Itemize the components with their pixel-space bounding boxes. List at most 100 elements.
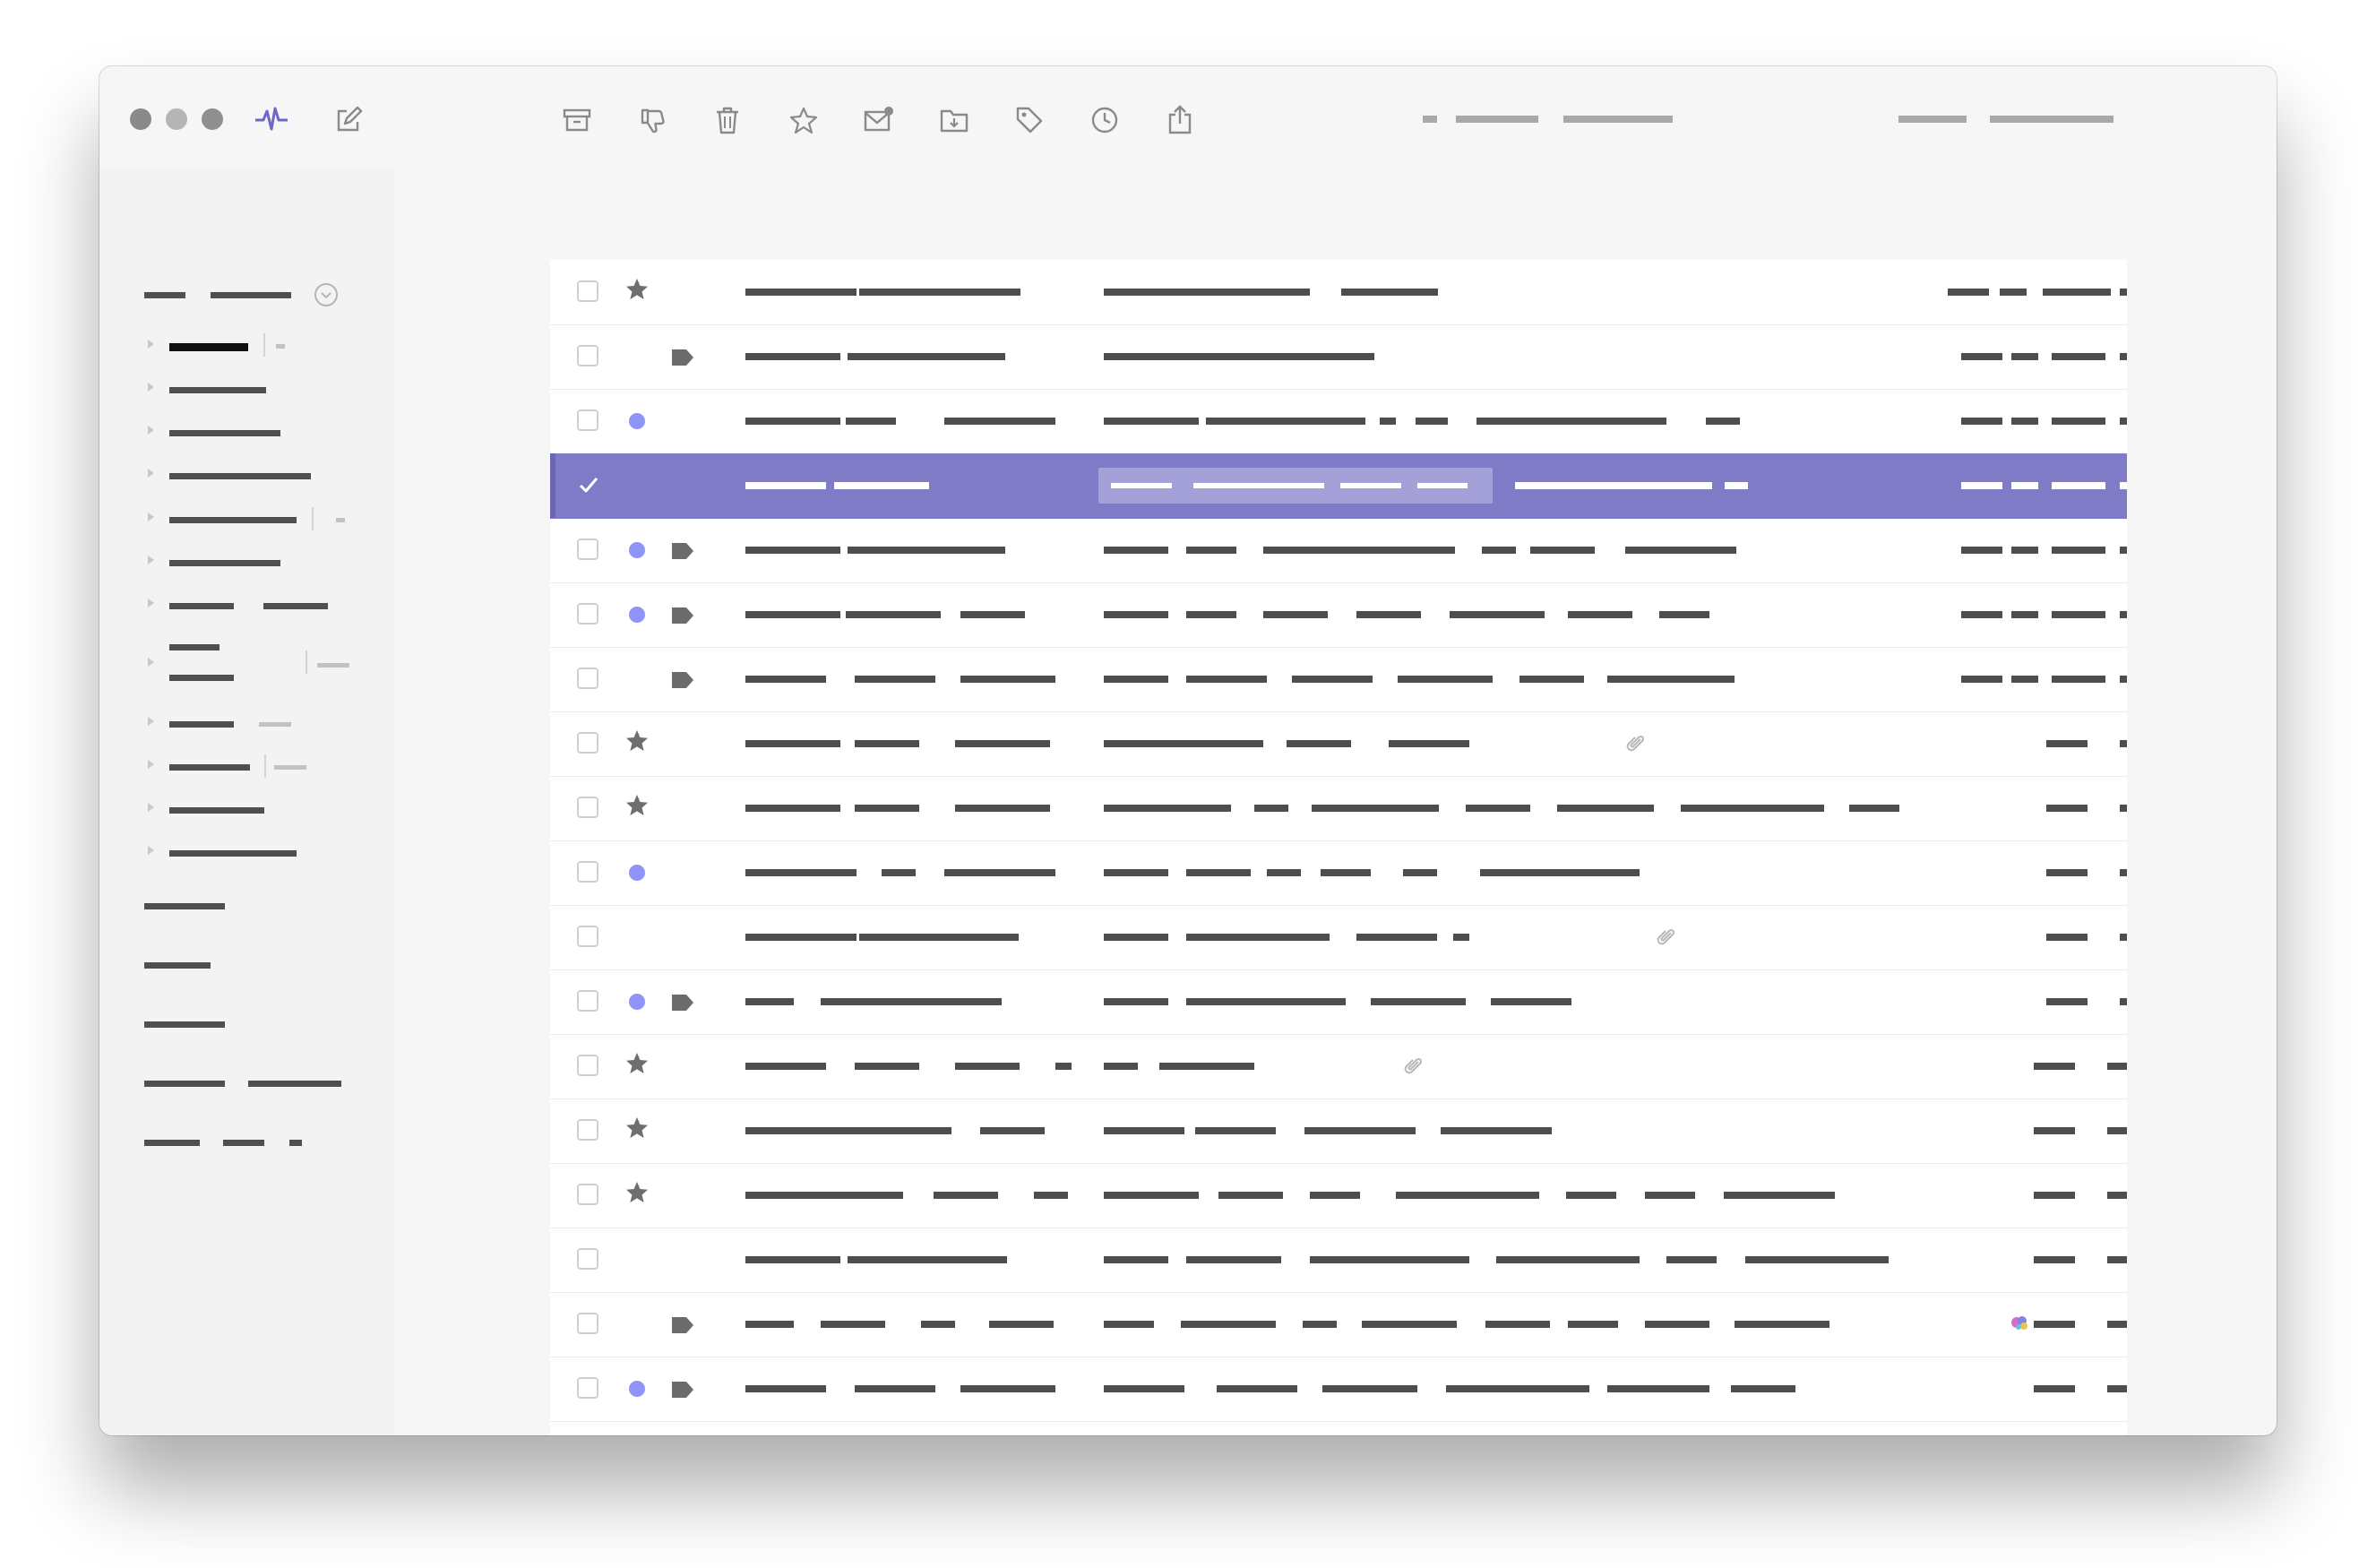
sidebar-item[interactable] (169, 807, 264, 814)
row-checkbox[interactable] (577, 280, 598, 302)
message-row[interactable] (550, 324, 2127, 390)
sidebar-item-inbox[interactable] (169, 343, 248, 351)
expand-caret-icon[interactable] (148, 469, 154, 478)
expand-caret-icon[interactable] (148, 803, 154, 812)
close-window-button[interactable] (130, 108, 151, 130)
sidebar-section[interactable] (289, 1140, 302, 1146)
sidebar-item[interactable] (169, 387, 266, 393)
star-icon[interactable] (789, 106, 818, 134)
message-row-selected[interactable] (550, 453, 2127, 519)
expand-caret-icon[interactable] (148, 846, 154, 855)
row-checkbox[interactable] (577, 538, 598, 560)
sidebar-section[interactable] (144, 962, 211, 969)
mark-unread-icon[interactable] (864, 105, 894, 134)
sidebar-item-line[interactable] (169, 675, 234, 681)
star-icon[interactable] (625, 729, 649, 753)
unread-dot-icon[interactable] (629, 413, 645, 429)
account-name[interactable] (1990, 116, 2113, 123)
tag-icon[interactable] (1015, 106, 1044, 134)
row-checkbox[interactable] (577, 861, 598, 883)
row-checkbox[interactable] (577, 603, 598, 625)
share-icon[interactable] (1166, 104, 1193, 134)
thumbs-down-icon[interactable] (640, 107, 667, 135)
star-icon[interactable] (625, 1181, 649, 1204)
message-row[interactable] (550, 582, 2127, 648)
star-icon[interactable] (625, 794, 649, 817)
message-row[interactable] (550, 1228, 2127, 1293)
search-placeholder-text[interactable] (1563, 116, 1673, 123)
row-checkbox[interactable] (577, 1377, 598, 1399)
message-row[interactable] (550, 1098, 2127, 1164)
expand-caret-icon[interactable] (148, 383, 154, 392)
sidebar-item[interactable] (169, 560, 280, 566)
row-checkbox[interactable] (577, 926, 598, 947)
expand-caret-icon[interactable] (148, 599, 154, 607)
star-icon[interactable] (625, 278, 649, 301)
row-checkbox[interactable] (577, 668, 598, 689)
star-icon[interactable] (625, 1052, 649, 1075)
row-checkbox[interactable] (577, 797, 598, 818)
row-checkbox[interactable] (577, 345, 598, 366)
row-checkbox[interactable] (577, 409, 598, 431)
message-row[interactable] (550, 518, 2127, 583)
unread-dot-icon[interactable] (629, 607, 645, 623)
unread-dot-icon[interactable] (629, 994, 645, 1010)
sidebar-item[interactable] (169, 473, 311, 479)
unread-dot-icon[interactable] (629, 542, 645, 558)
message-row[interactable] (550, 776, 2127, 841)
message-row[interactable] (550, 389, 2127, 454)
sidebar-item[interactable] (169, 721, 234, 728)
checkmark-icon[interactable] (577, 474, 600, 500)
sidebar-item[interactable] (169, 850, 297, 857)
sidebar-item-line[interactable] (169, 644, 220, 650)
expand-caret-icon[interactable] (148, 717, 154, 726)
unread-dot-icon[interactable] (629, 1381, 645, 1397)
activity-pulse-icon[interactable] (254, 104, 289, 134)
account-header-name[interactable] (211, 292, 291, 298)
message-row[interactable] (550, 260, 2127, 325)
expand-caret-icon[interactable] (148, 556, 154, 564)
message-row[interactable] (550, 840, 2127, 906)
message-row[interactable] (550, 711, 2127, 777)
message-row[interactable] (550, 1163, 2127, 1228)
row-checkbox[interactable] (577, 732, 598, 754)
compose-icon[interactable] (334, 106, 363, 134)
sidebar-section[interactable] (144, 1021, 225, 1028)
expand-caret-icon[interactable] (148, 513, 154, 521)
archive-icon[interactable] (563, 108, 591, 133)
row-checkbox[interactable] (577, 1119, 598, 1141)
maximize-window-button[interactable] (202, 108, 223, 130)
row-checkbox[interactable] (577, 1055, 598, 1076)
message-row[interactable] (550, 969, 2127, 1035)
row-checkbox[interactable] (577, 1248, 598, 1270)
sidebar-item[interactable] (169, 764, 250, 771)
expand-caret-icon[interactable] (148, 760, 154, 769)
expand-caret-icon[interactable] (148, 426, 154, 435)
chevron-down-icon[interactable] (314, 282, 339, 307)
message-row[interactable] (550, 1034, 2127, 1099)
sidebar-section[interactable] (248, 1081, 341, 1087)
message-row[interactable] (550, 1357, 2127, 1422)
move-to-folder-icon[interactable] (940, 108, 968, 133)
expand-caret-icon[interactable] (148, 658, 154, 667)
expand-caret-icon[interactable] (148, 340, 154, 349)
message-row[interactable] (550, 1292, 2127, 1357)
star-icon[interactable] (625, 1116, 649, 1140)
sidebar-section[interactable] (223, 1140, 264, 1146)
message-row[interactable] (550, 647, 2127, 712)
trash-icon[interactable] (714, 106, 741, 134)
minimize-window-button[interactable] (166, 108, 187, 130)
snooze-clock-icon[interactable] (1090, 106, 1119, 134)
row-checkbox[interactable] (577, 990, 598, 1012)
row-checkbox[interactable] (577, 1184, 598, 1205)
sidebar-item[interactable] (169, 430, 280, 436)
sidebar-item[interactable] (263, 603, 328, 609)
sidebar-section[interactable] (144, 1081, 225, 1087)
sidebar-item[interactable] (169, 603, 234, 609)
sidebar-section[interactable] (144, 1140, 200, 1146)
row-checkbox[interactable] (577, 1313, 598, 1334)
search-placeholder-text[interactable] (1456, 116, 1538, 123)
unread-dot-icon[interactable] (629, 865, 645, 881)
sidebar-section[interactable] (144, 903, 225, 909)
sidebar-item[interactable] (169, 517, 297, 523)
